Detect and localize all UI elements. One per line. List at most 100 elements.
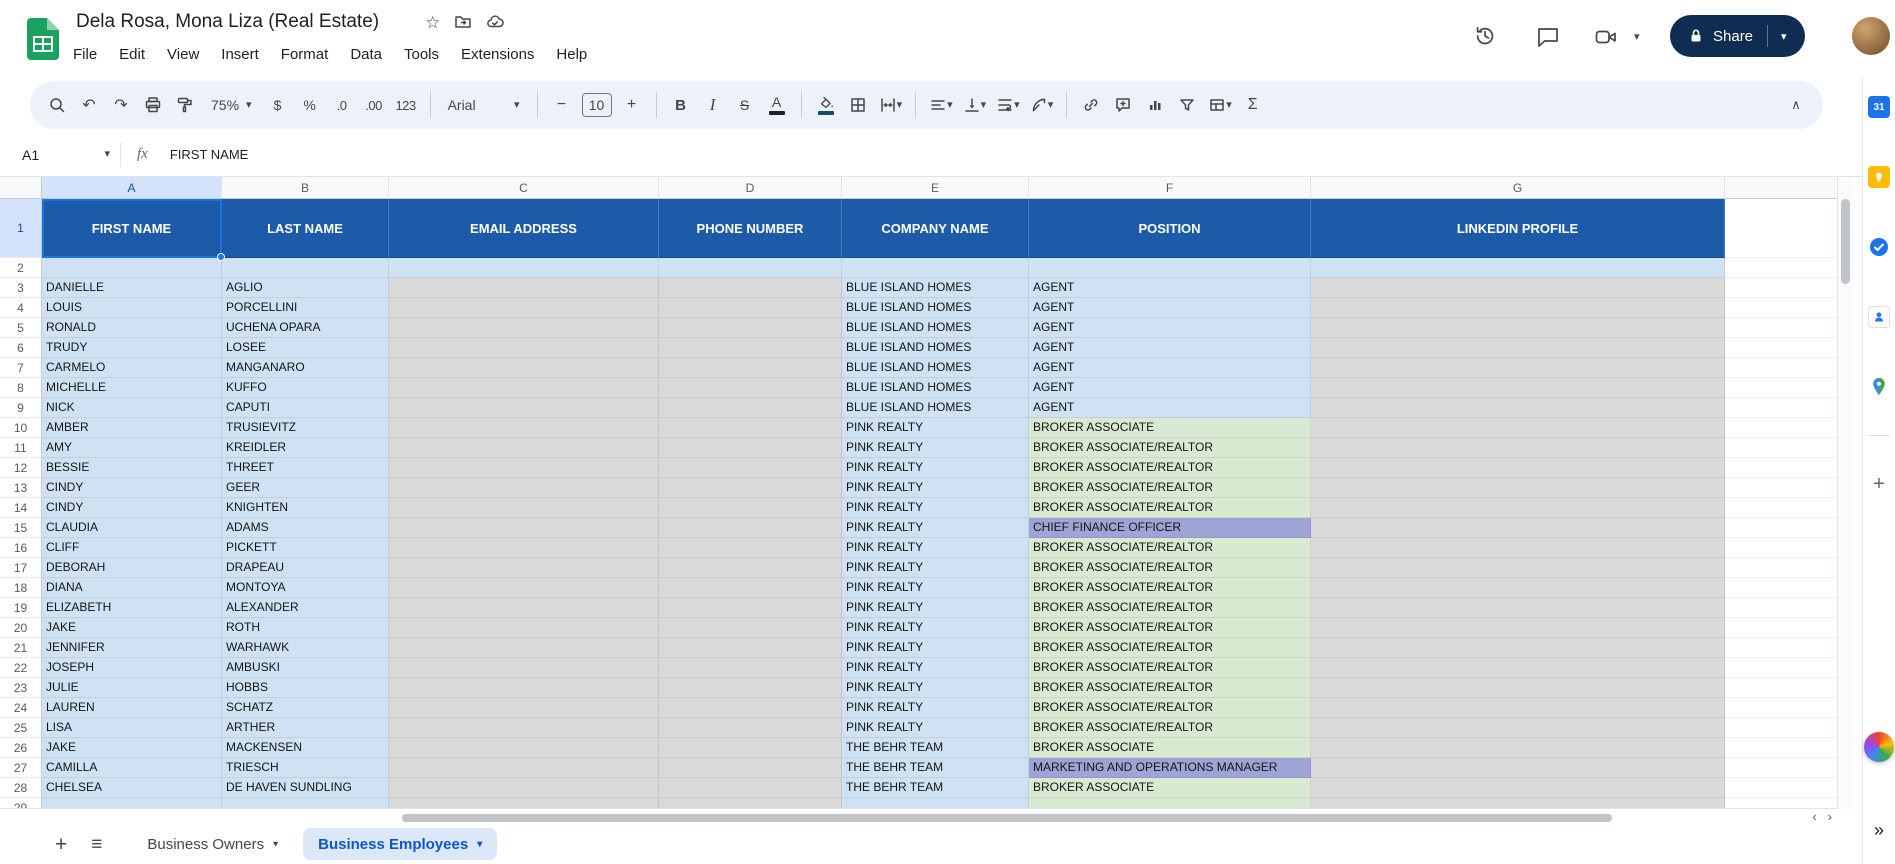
column-header-extra[interactable] <box>1725 177 1837 199</box>
row-number-1[interactable]: 1 <box>0 199 42 258</box>
header-cell-g[interactable]: LINKEDIN PROFILE <box>1311 199 1725 258</box>
cell-phone[interactable] <box>659 678 842 698</box>
cell-extra[interactable] <box>1725 798 1837 808</box>
cell-company[interactable]: BLUE ISLAND HOMES <box>842 318 1029 338</box>
cell-linkedin[interactable] <box>1311 478 1725 498</box>
cell-first-name[interactable]: CAMILLA <box>42 758 222 778</box>
text-rotation-dropdown[interactable]: ▾ <box>1026 90 1058 120</box>
cell[interactable] <box>1029 258 1311 278</box>
cell-linkedin[interactable] <box>1311 358 1725 378</box>
scroll-right-arrow[interactable]: › <box>1828 809 1832 824</box>
cell-email[interactable] <box>389 778 659 798</box>
cell-email[interactable] <box>389 798 659 808</box>
cell-first-name[interactable]: LOUIS <box>42 298 222 318</box>
cell-email[interactable] <box>389 278 659 298</box>
cell-first-name[interactable]: LAUREN <box>42 698 222 718</box>
tab-business-employees[interactable]: Business Employees ▾ <box>303 828 498 860</box>
cell-position[interactable]: BROKER ASSOCIATE/REALTOR <box>1029 498 1311 518</box>
all-sheets-button[interactable]: ≡ <box>91 835 102 854</box>
cell-position[interactable]: BROKER ASSOCIATE <box>1029 778 1311 798</box>
cell-position[interactable]: AGENT <box>1029 278 1311 298</box>
zoom-dropdown[interactable]: 75% ▾ <box>202 90 261 120</box>
cell-phone[interactable] <box>659 778 842 798</box>
menu-edit[interactable]: Edit <box>108 42 156 67</box>
cell-phone[interactable] <box>659 478 842 498</box>
row-number-23[interactable]: 23 <box>0 678 42 698</box>
cell-position[interactable]: AGENT <box>1029 378 1311 398</box>
column-header-f[interactable]: F <box>1029 177 1311 199</box>
cell-first-name[interactable]: CLIFF <box>42 538 222 558</box>
share-button[interactable]: Share ▾ <box>1670 15 1805 57</box>
share-options-caret[interactable]: ▾ <box>1767 25 1787 47</box>
cell-position[interactable]: BROKER ASSOCIATE/REALTOR <box>1029 598 1311 618</box>
star-icon[interactable]: ☆ <box>425 14 440 31</box>
fill-color-button[interactable] <box>811 90 841 120</box>
expand-side-panel-button[interactable]: » <box>1874 820 1884 841</box>
cell-email[interactable] <box>389 378 659 398</box>
cell-last-name[interactable]: ROTH <box>222 618 389 638</box>
cell-first-name[interactable]: CHELSEA <box>42 778 222 798</box>
format-percent-button[interactable]: % <box>295 90 325 120</box>
borders-button[interactable] <box>843 90 873 120</box>
cell-linkedin[interactable] <box>1311 438 1725 458</box>
cell-linkedin[interactable] <box>1311 418 1725 438</box>
print-button[interactable] <box>138 90 168 120</box>
menu-help[interactable]: Help <box>545 42 598 67</box>
header-cell-e[interactable]: COMPANY NAME <box>842 199 1029 258</box>
cell-email[interactable] <box>389 538 659 558</box>
add-sheet-button[interactable]: + <box>55 834 67 855</box>
horizontal-scrollbar[interactable]: ‹ › <box>42 809 1836 824</box>
cell-first-name[interactable]: JENNIFER <box>42 638 222 658</box>
cell-position[interactable]: BROKER ASSOCIATE/REALTOR <box>1029 718 1311 738</box>
cell-first-name[interactable]: AMBER <box>42 418 222 438</box>
cell-last-name[interactable]: WARHAWK <box>222 638 389 658</box>
vertical-scrollbar-thumb[interactable] <box>1841 199 1850 284</box>
header-cell-f[interactable]: POSITION <box>1029 199 1311 258</box>
row-number-22[interactable]: 22 <box>0 658 42 678</box>
cell-first-name[interactable]: BESSIE <box>42 458 222 478</box>
cell-extra[interactable] <box>1725 199 1837 258</box>
cell-company[interactable]: PINK REALTY <box>842 438 1029 458</box>
strikethrough-button[interactable]: S <box>730 90 760 120</box>
cell-last-name[interactable]: TRUSIEVITZ <box>222 418 389 438</box>
row-number-24[interactable]: 24 <box>0 698 42 718</box>
cell-company[interactable]: BLUE ISLAND HOMES <box>842 298 1029 318</box>
cell-first-name[interactable]: ELIZABETH <box>42 598 222 618</box>
cell-first-name[interactable]: LISA <box>42 718 222 738</box>
cell-extra[interactable] <box>1725 318 1837 338</box>
column-header-a[interactable]: A <box>42 177 222 199</box>
cell-position[interactable]: AGENT <box>1029 338 1311 358</box>
cell-position[interactable]: BROKER ASSOCIATE/REALTOR <box>1029 558 1311 578</box>
cell-company[interactable]: BLUE ISLAND HOMES <box>842 378 1029 398</box>
scroll-left-arrow[interactable]: ‹ <box>1812 809 1816 824</box>
cell-position[interactable]: MARKETING AND OPERATIONS MANAGER <box>1029 758 1311 778</box>
contacts-icon[interactable] <box>1867 305 1891 329</box>
row-number-20[interactable]: 20 <box>0 618 42 638</box>
cell-email[interactable] <box>389 658 659 678</box>
version-history-button[interactable] <box>1473 24 1497 53</box>
cell-email[interactable] <box>389 398 659 418</box>
cell-phone[interactable] <box>659 278 842 298</box>
get-addons-button[interactable]: + <box>1867 472 1891 496</box>
column-header-d[interactable]: D <box>659 177 842 199</box>
cell-first-name[interactable]: JULIE <box>42 678 222 698</box>
cell-email[interactable] <box>389 438 659 458</box>
cell-email[interactable] <box>389 578 659 598</box>
menu-extensions[interactable]: Extensions <box>450 42 545 67</box>
cell-last-name[interactable]: SCHATZ <box>222 698 389 718</box>
cell-linkedin[interactable] <box>1311 638 1725 658</box>
decrease-font-size-button[interactable]: − <box>547 90 577 120</box>
cell-last-name[interactable]: ALEXANDER <box>222 598 389 618</box>
cell-company[interactable]: PINK REALTY <box>842 638 1029 658</box>
cell-position[interactable]: CHIEF FINANCE OFFICER <box>1029 518 1311 538</box>
cell-linkedin[interactable] <box>1311 378 1725 398</box>
cell-extra[interactable] <box>1725 778 1837 798</box>
cell-company[interactable]: THE BEHR TEAM <box>842 758 1029 778</box>
create-filter-button[interactable] <box>1172 90 1202 120</box>
bold-button[interactable]: B <box>666 90 696 120</box>
redo-button[interactable]: ↷ <box>106 90 136 120</box>
cell-email[interactable] <box>389 338 659 358</box>
header-cell-d[interactable]: PHONE NUMBER <box>659 199 842 258</box>
cell-last-name[interactable]: MANGANARO <box>222 358 389 378</box>
cell-phone[interactable] <box>659 638 842 658</box>
